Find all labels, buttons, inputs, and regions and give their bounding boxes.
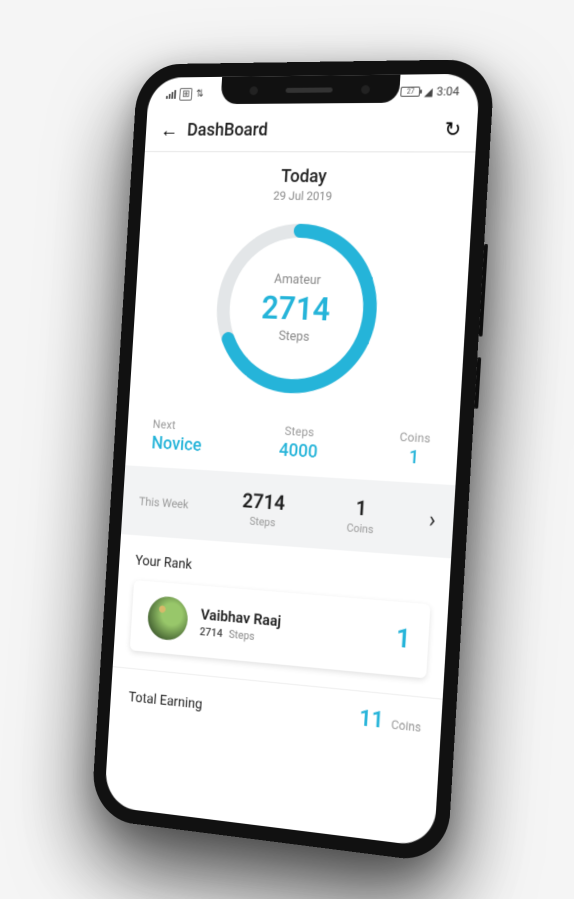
next-label: Next — [152, 417, 203, 433]
ring-steps-value: 2714 — [260, 288, 331, 328]
next-coins-value: 1 — [398, 446, 430, 469]
ring-level-label: Amateur — [274, 272, 322, 288]
refresh-icon[interactable]: ↻ — [444, 116, 462, 141]
battery-icon: 27 — [401, 86, 421, 96]
avatar — [147, 595, 189, 642]
chevron-right-icon: › — [415, 506, 436, 533]
today-label: Today — [143, 165, 475, 188]
earning-value: 11 — [358, 705, 384, 733]
app-header: ← DashBoard ↻ — [145, 108, 478, 152]
rank-steps-value: 2714 — [199, 624, 223, 639]
progress-ring: Amateur 2714 Steps — [207, 217, 387, 401]
back-arrow-icon[interactable]: ← — [160, 120, 179, 139]
cell-icon: ◢ — [424, 84, 433, 97]
earning-title: Total Earning — [128, 689, 203, 712]
page-title: DashBoard — [187, 119, 269, 140]
rank-section: Your Rank Vaibhav Raaj 2714 Steps 1 — [113, 534, 451, 690]
week-label: This Week — [139, 493, 212, 512]
ring-steps-label: Steps — [278, 328, 310, 344]
next-coins-label: Coins — [399, 429, 431, 445]
next-level-value: Novice — [151, 432, 202, 455]
main-content: Today 29 Jul 2019 Amateur 2714 Steps Nex… — [104, 152, 476, 848]
week-coins-value: 1 — [316, 493, 407, 523]
week-steps-value: 2714 — [220, 486, 308, 516]
next-steps-label: Steps — [280, 423, 319, 439]
signal-icon — [166, 89, 176, 98]
rank-card[interactable]: Vaibhav Raaj 2714 Steps 1 — [130, 580, 431, 678]
status-time: 3:04 — [436, 84, 460, 98]
rank-position: 1 — [395, 623, 411, 655]
today-date: 29 Jul 2019 — [142, 187, 474, 204]
sim-icon: ⊞ — [179, 87, 193, 100]
today-section: Today 29 Jul 2019 — [141, 152, 475, 211]
earning-unit: Coins — [391, 717, 422, 734]
data-icon: ⇅ — [196, 88, 204, 99]
next-steps-value: 4000 — [278, 439, 318, 462]
rank-steps-label: Steps — [228, 627, 255, 642]
